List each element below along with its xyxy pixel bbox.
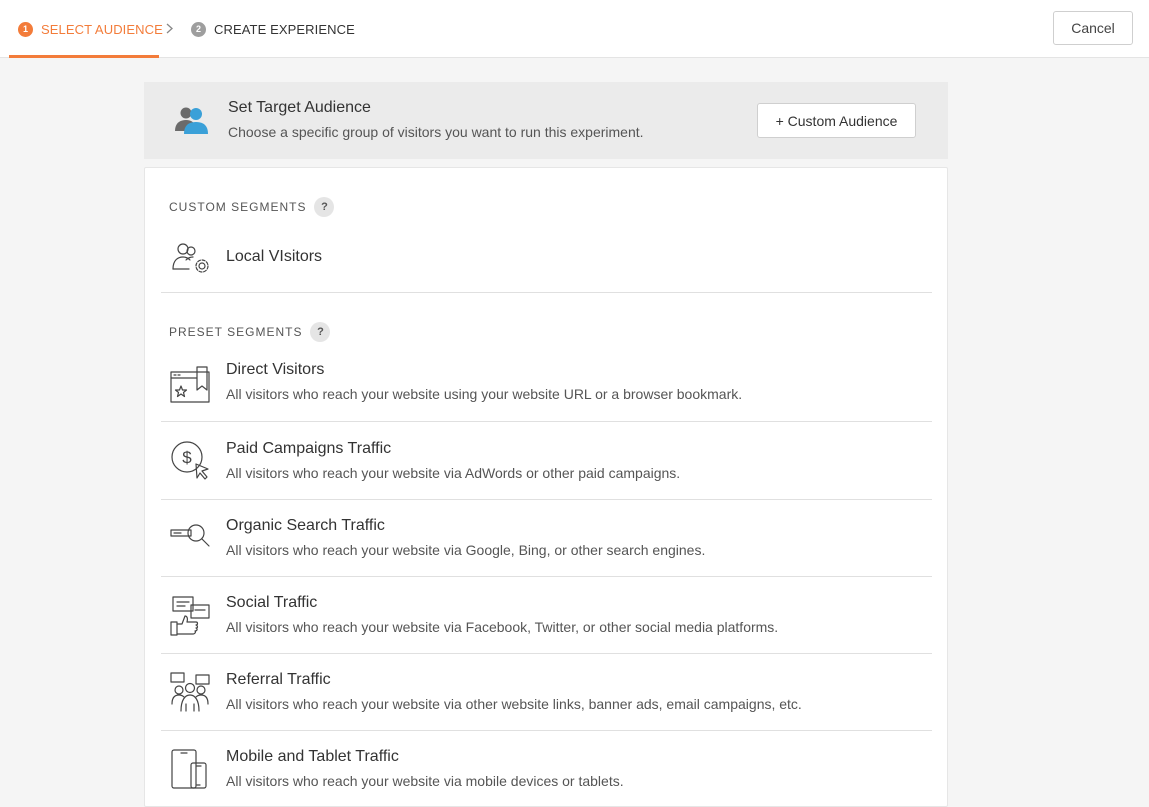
step-number: 2 bbox=[191, 21, 206, 37]
help-icon[interactable]: ? bbox=[314, 197, 335, 217]
step-create-experience[interactable]: 2 CREATE EXPERIENCE bbox=[191, 0, 355, 58]
segment-title: Mobile and Tablet Traffic bbox=[226, 748, 399, 765]
users-gear-icon bbox=[172, 243, 209, 273]
segment-mobile-tablet[interactable]: Mobile and Tablet Traffic All visitors w… bbox=[161, 731, 932, 807]
svg-text:$: $ bbox=[182, 448, 192, 467]
segment-description: All visitors who reach your website via … bbox=[226, 542, 706, 558]
social-thumbs-up-icon bbox=[170, 596, 210, 636]
top-bar: 1 SELECT AUDIENCE 2 CREATE EXPERIENCE Ca… bbox=[0, 0, 1149, 58]
custom-segments-heading: CUSTOM SEGMENTS ? bbox=[169, 197, 335, 217]
step-select-audience[interactable]: 1 SELECT AUDIENCE bbox=[18, 0, 163, 58]
segment-social[interactable]: Social Traffic All visitors who reach yo… bbox=[161, 577, 932, 653]
segment-title: Referral Traffic bbox=[226, 671, 331, 688]
segment-description: All visitors who reach your website usin… bbox=[226, 386, 743, 402]
browser-bookmark-icon bbox=[170, 366, 210, 403]
step-number: 1 bbox=[18, 21, 33, 37]
dollar-cursor-icon: $ bbox=[171, 441, 209, 480]
segment-direct-visitors[interactable]: Direct Visitors All visitors who reach y… bbox=[161, 358, 932, 421]
target-audience-header: Set Target Audience Choose a specific gr… bbox=[144, 82, 948, 159]
segment-description: All visitors who reach your website via … bbox=[226, 619, 779, 635]
segment-title: Social Traffic bbox=[226, 594, 318, 611]
search-bar-icon bbox=[170, 524, 210, 547]
step-label: SELECT AUDIENCE bbox=[41, 21, 163, 37]
segments-panel: CUSTOM SEGMENTS ? Local VIsitors PRESET … bbox=[144, 167, 948, 807]
audience-subtitle: Choose a specific group of visitors you … bbox=[228, 124, 644, 140]
segment-local-visitors[interactable]: Local VIsitors bbox=[161, 236, 932, 278]
help-icon[interactable]: ? bbox=[310, 322, 331, 342]
segment-paid-campaigns[interactable]: $ Paid Campaigns Traffic All visitors wh… bbox=[161, 422, 932, 499]
section-divider bbox=[161, 292, 932, 293]
preset-segments-label: PRESET SEGMENTS bbox=[169, 325, 303, 339]
segment-title: Direct Visitors bbox=[226, 361, 325, 378]
mobile-tablet-icon bbox=[171, 749, 207, 789]
step-label: CREATE EXPERIENCE bbox=[214, 21, 355, 37]
preset-segments-heading: PRESET SEGMENTS ? bbox=[169, 322, 331, 342]
custom-audience-button[interactable]: + Custom Audience bbox=[757, 103, 916, 138]
segment-referral[interactable]: Referral Traffic All visitors who reach … bbox=[161, 654, 932, 730]
segment-description: All visitors who reach your website via … bbox=[226, 696, 802, 712]
audience-title: Set Target Audience bbox=[228, 99, 371, 116]
chevron-right-icon bbox=[166, 23, 173, 34]
segment-description: All visitors who reach your website via … bbox=[226, 465, 681, 481]
segment-organic-search[interactable]: Organic Search Traffic All visitors who … bbox=[161, 500, 932, 576]
segment-title: Local VIsitors bbox=[226, 248, 323, 265]
active-step-underline bbox=[9, 55, 159, 58]
segment-title: Organic Search Traffic bbox=[226, 517, 385, 534]
cancel-button[interactable]: Cancel bbox=[1053, 11, 1133, 45]
referral-people-icon bbox=[170, 672, 210, 712]
audience-users-icon bbox=[175, 107, 208, 134]
segment-description: All visitors who reach your website via … bbox=[226, 773, 624, 789]
segment-title: Paid Campaigns Traffic bbox=[226, 440, 392, 457]
custom-segments-label: CUSTOM SEGMENTS bbox=[169, 200, 307, 214]
